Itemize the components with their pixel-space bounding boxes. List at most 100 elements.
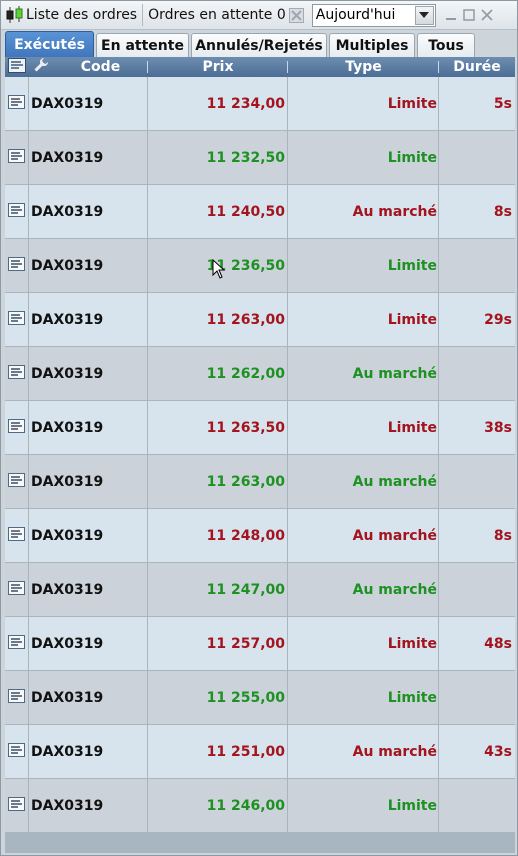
table-row[interactable]: DAX0319 11 236,50 Limite bbox=[5, 239, 515, 293]
order-rows: DAX0319 11 234,00 Limite 5s DAX0319 11 232,50… bbox=[5, 77, 515, 833]
order-code: DAX0319 bbox=[29, 671, 148, 724]
details-icon[interactable] bbox=[8, 202, 25, 221]
order-price: 11 234,00 bbox=[148, 77, 288, 130]
header-detail-cell bbox=[5, 57, 29, 77]
details-icon[interactable] bbox=[8, 796, 25, 815]
order-duration bbox=[439, 347, 515, 400]
order-type: Limite bbox=[288, 671, 439, 724]
title-bar: Liste des ordres Ordres en attente 0 Auj… bbox=[1, 1, 517, 30]
clear-pending-icon[interactable] bbox=[289, 7, 305, 23]
order-type: Au marché bbox=[288, 563, 439, 616]
order-duration: 48s bbox=[484, 635, 512, 652]
order-type: Au marché bbox=[288, 455, 439, 508]
maximize-icon[interactable] bbox=[462, 8, 476, 22]
details-icon[interactable] bbox=[8, 364, 25, 383]
table-row[interactable]: DAX0319 11 255,00 Limite bbox=[5, 671, 515, 725]
minimize-icon[interactable] bbox=[444, 8, 458, 22]
close-icon[interactable] bbox=[480, 8, 494, 22]
order-type: Au marché bbox=[288, 185, 439, 238]
table-row[interactable]: DAX0319 11 251,00 Au marché 43s bbox=[5, 725, 515, 779]
order-duration: 43s bbox=[484, 743, 512, 760]
header-duree[interactable]: Durée bbox=[439, 57, 515, 77]
order-price: 11 257,00 bbox=[148, 617, 288, 670]
order-duration bbox=[439, 455, 515, 508]
row-detail-cell bbox=[5, 509, 29, 562]
row-detail-cell bbox=[5, 455, 29, 508]
order-price: 11 248,00 bbox=[148, 509, 288, 562]
tab-en-attente[interactable]: En attente bbox=[96, 33, 189, 57]
mouse-cursor-icon bbox=[212, 259, 226, 279]
row-detail-cell bbox=[5, 131, 29, 184]
order-price: 11 246,00 bbox=[148, 779, 288, 832]
order-price: 11 247,00 bbox=[148, 563, 288, 616]
table-row[interactable]: DAX0319 11 248,00 Au marché 8s bbox=[5, 509, 515, 563]
table-row[interactable]: DAX0319 11 262,00 Au marché bbox=[5, 347, 515, 401]
order-type: Limite bbox=[288, 617, 439, 670]
table-row[interactable]: DAX0319 11 263,50 Limite 38s bbox=[5, 401, 515, 455]
order-duration: 8s bbox=[493, 527, 512, 544]
order-code: DAX0319 bbox=[29, 617, 148, 670]
order-price: 11 232,50 bbox=[148, 131, 288, 184]
table-row[interactable]: DAX0319 11 234,00 Limite 5s bbox=[5, 77, 515, 131]
table-row[interactable]: DAX0319 11 246,00 Limite bbox=[5, 779, 515, 833]
order-code: DAX0319 bbox=[29, 509, 148, 562]
details-icon[interactable] bbox=[8, 148, 25, 167]
row-detail-cell bbox=[5, 779, 29, 832]
table-row[interactable]: DAX0319 11 263,00 Au marché bbox=[5, 455, 515, 509]
tab-tous[interactable]: Tous bbox=[417, 33, 475, 57]
order-code: DAX0319 bbox=[29, 131, 148, 184]
order-type: Limite bbox=[288, 779, 439, 832]
order-price: 11 255,00 bbox=[148, 671, 288, 724]
title-separator bbox=[142, 4, 144, 26]
order-price: 11 263,00 bbox=[148, 293, 288, 346]
table-row[interactable]: DAX0319 11 240,50 Au marché 8s bbox=[5, 185, 515, 239]
date-filter-select[interactable]: Aujourd'hui bbox=[311, 3, 436, 27]
table-row[interactable]: DAX0319 11 257,00 Limite 48s bbox=[5, 617, 515, 671]
details-icon[interactable] bbox=[8, 580, 25, 599]
order-price: 11 263,50 bbox=[148, 401, 288, 454]
order-duration bbox=[439, 671, 515, 724]
row-detail-cell bbox=[5, 293, 29, 346]
details-icon[interactable] bbox=[8, 256, 25, 275]
order-code: DAX0319 bbox=[29, 77, 148, 130]
order-type: Limite bbox=[288, 239, 439, 292]
table-row[interactable]: DAX0319 11 232,50 Limite bbox=[5, 131, 515, 185]
order-type: Au marché bbox=[288, 725, 439, 778]
details-icon[interactable] bbox=[8, 742, 25, 761]
tab-multiples[interactable]: Multiples bbox=[329, 33, 415, 57]
order-code: DAX0319 bbox=[29, 725, 148, 778]
order-code: DAX0319 bbox=[29, 455, 148, 508]
header-type[interactable]: Type bbox=[288, 57, 439, 77]
order-duration bbox=[439, 131, 515, 184]
tab-annules-rejetes[interactable]: Annulés/Rejetés bbox=[191, 33, 327, 57]
grid-footer bbox=[5, 833, 515, 853]
order-code: DAX0319 bbox=[29, 563, 148, 616]
row-detail-cell bbox=[5, 77, 29, 130]
order-duration bbox=[439, 239, 515, 292]
tab-executes[interactable]: Exécutés bbox=[5, 31, 94, 57]
details-icon[interactable] bbox=[8, 634, 25, 653]
tab-bar: Exécutés En attente Annulés/Rejetés Mult… bbox=[1, 31, 517, 57]
order-code: DAX0319 bbox=[29, 779, 148, 832]
details-header-icon[interactable] bbox=[8, 57, 26, 77]
details-icon[interactable] bbox=[8, 418, 25, 437]
grid-header: Code Prix Type Durée bbox=[5, 57, 515, 77]
details-icon[interactable] bbox=[8, 526, 25, 545]
details-icon[interactable] bbox=[8, 472, 25, 491]
pending-orders-label: Ordres en attente 0 bbox=[148, 7, 286, 23]
order-price: 11 251,00 bbox=[148, 725, 288, 778]
table-row[interactable]: DAX0319 11 247,00 Au marché bbox=[5, 563, 515, 617]
wrench-icon[interactable] bbox=[33, 57, 49, 77]
header-prix[interactable]: Prix bbox=[148, 57, 288, 77]
order-duration: 5s bbox=[493, 95, 512, 112]
header-code[interactable]: Code bbox=[53, 57, 148, 77]
order-type: Au marché bbox=[288, 347, 439, 400]
order-type: Limite bbox=[288, 77, 439, 130]
details-icon[interactable] bbox=[8, 310, 25, 329]
details-icon[interactable] bbox=[8, 94, 25, 113]
details-icon[interactable] bbox=[8, 688, 25, 707]
table-row[interactable]: DAX0319 11 263,00 Limite 29s bbox=[5, 293, 515, 347]
header-settings-cell bbox=[29, 57, 53, 77]
candlestick-icon bbox=[4, 4, 26, 26]
chevron-down-icon[interactable] bbox=[414, 5, 434, 25]
